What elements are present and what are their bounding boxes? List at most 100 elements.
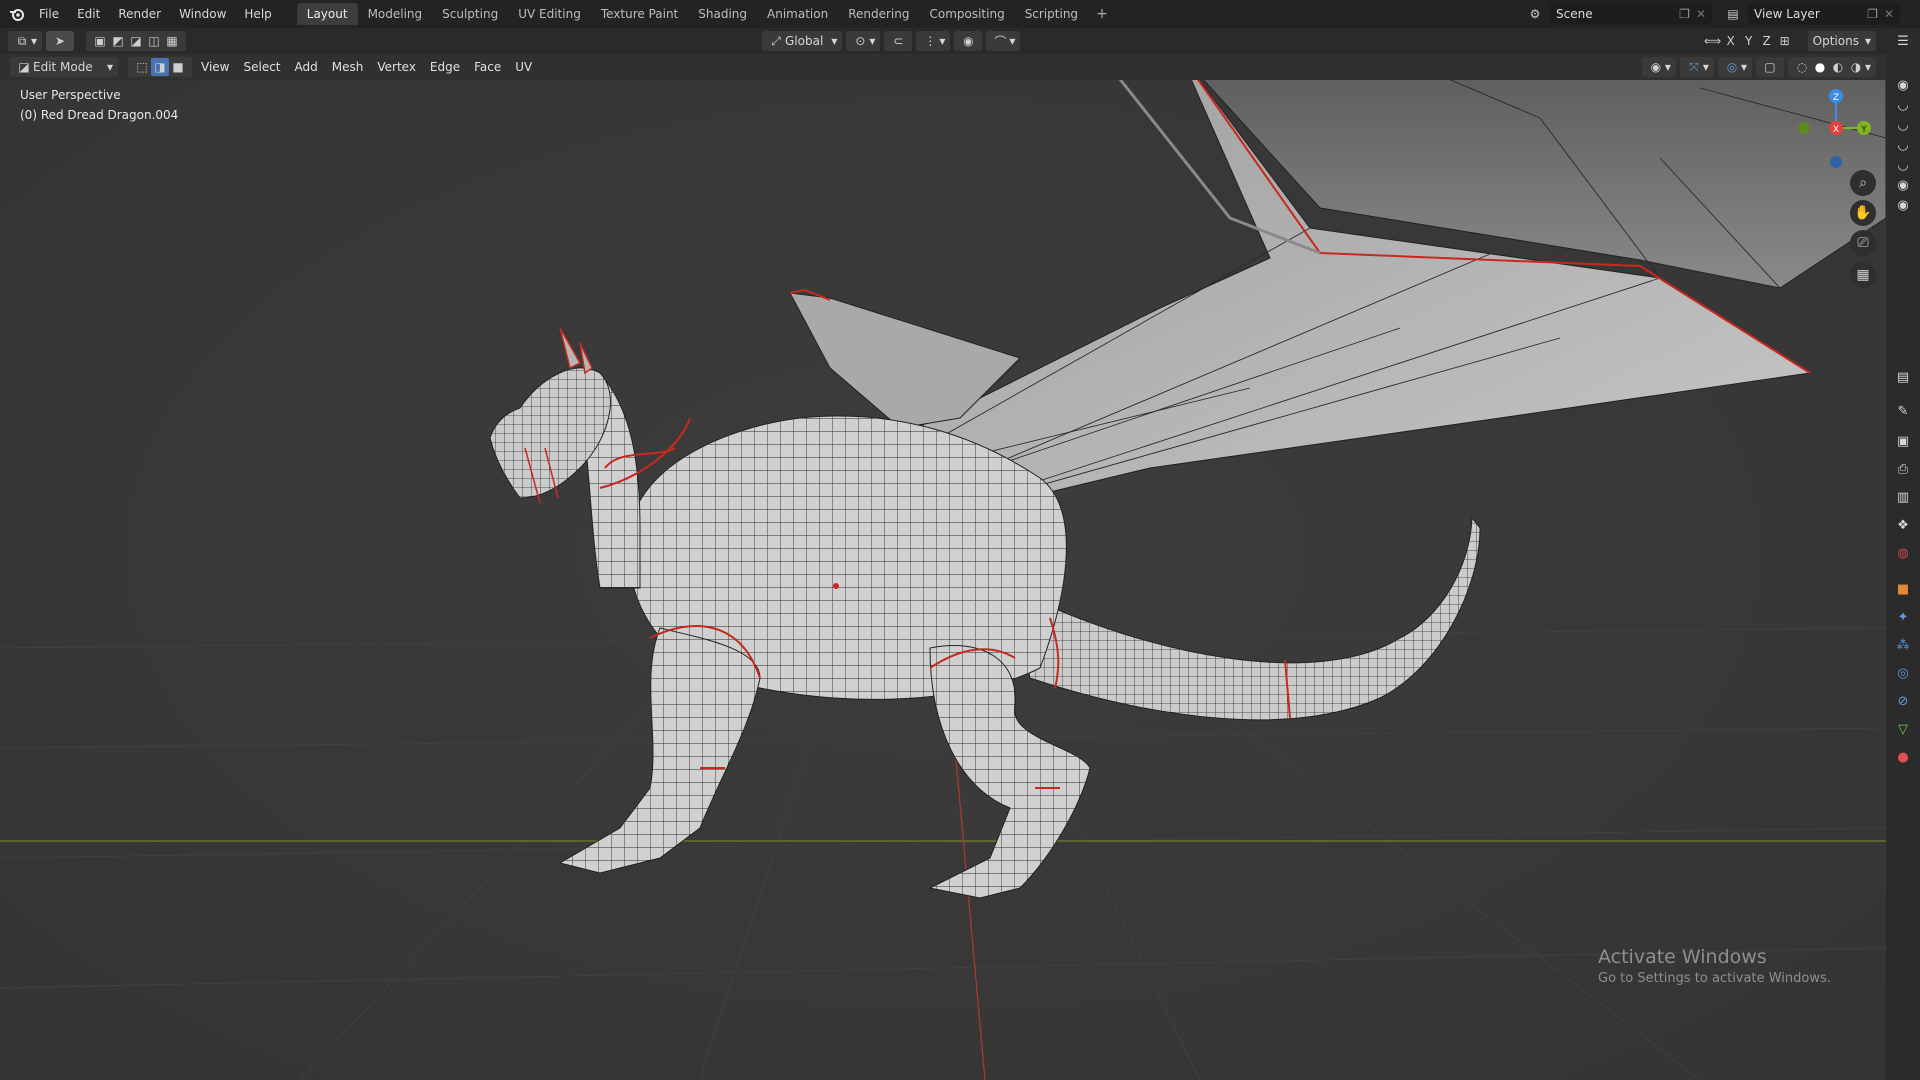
face-select-icon[interactable]: ■ [169, 58, 187, 76]
select-new-icon[interactable]: ▣ [91, 32, 109, 50]
wireframe-shading-icon[interactable]: ◌ [1793, 58, 1811, 76]
mirror-icon[interactable]: ⟺ [1704, 32, 1722, 50]
view-layer-properties-icon[interactable]: ▥ [1894, 488, 1912, 506]
menu-select[interactable]: Select [236, 60, 287, 74]
mode-dropdown[interactable]: ◪ Edit Mode ▾ [10, 57, 118, 77]
menu-edge[interactable]: Edge [423, 60, 467, 74]
topology-mirror-icon[interactable]: ⊞ [1776, 32, 1794, 50]
proportional-edit-toggle[interactable]: ◉ [954, 31, 983, 51]
select-extend-icon[interactable]: ◩ [109, 32, 127, 50]
tab-scripting[interactable]: Scripting [1015, 3, 1088, 25]
render-properties-icon[interactable]: ▣ [1894, 432, 1912, 450]
view-layer-copy-icon[interactable]: ❐ [1867, 7, 1878, 21]
world-properties-icon[interactable]: ◍ [1894, 544, 1912, 562]
tab-uv-editing[interactable]: UV Editing [508, 3, 591, 25]
falloff-dropdown[interactable]: ⌒ ▾ [986, 31, 1021, 51]
blender-logo-icon[interactable] [4, 0, 30, 28]
menu-file[interactable]: File [30, 7, 68, 21]
eye-closed-icon[interactable]: ◡ [1894, 96, 1912, 114]
tab-compositing[interactable]: Compositing [919, 3, 1014, 25]
eye-closed-icon[interactable]: ◡ [1894, 156, 1912, 174]
eye-icon[interactable]: ◉ [1894, 76, 1912, 94]
pan-hand-icon[interactable]: ✋ [1850, 200, 1876, 226]
gizmo-neg-y-axis[interactable] [1798, 122, 1810, 134]
eye-icon[interactable]: ◉ [1894, 176, 1912, 194]
camera-view-icon[interactable]: ⎚ [1850, 230, 1876, 256]
material-properties-icon[interactable]: ● [1894, 748, 1912, 766]
tab-rendering[interactable]: Rendering [838, 3, 919, 25]
tab-shading[interactable]: Shading [688, 3, 757, 25]
cursor-icon: ➤ [55, 34, 66, 48]
properties-editor-icon[interactable]: ▤ [1894, 368, 1912, 386]
modifier-properties-icon[interactable]: ✦ [1894, 608, 1912, 626]
constraint-properties-icon[interactable]: ⊘ [1894, 692, 1912, 710]
tab-sculpting[interactable]: Sculpting [432, 3, 508, 25]
options-dropdown[interactable]: Options ▾ [1807, 31, 1876, 51]
view-layer-icon[interactable]: ▤ [1724, 5, 1742, 23]
navigation-gizmo[interactable]: Z X Y [1790, 84, 1880, 174]
select-invert-icon[interactable]: ◫ [145, 32, 163, 50]
gizmo-toggle[interactable]: ⤧ ▾ [1679, 57, 1714, 77]
tab-texture-paint[interactable]: Texture Paint [591, 3, 688, 25]
xray-toggle[interactable]: ▢ [1755, 57, 1784, 77]
tab-modeling[interactable]: Modeling [358, 3, 433, 25]
selection-mode-group[interactable]: ▣ ◩ ◪ ◫ ▦ [86, 31, 187, 51]
view-layer-selector[interactable]: View Layer ❐ ✕ [1748, 3, 1900, 25]
tab-layout[interactable]: Layout [296, 3, 358, 25]
rendered-shading-icon[interactable]: ◑ [1847, 58, 1865, 76]
snap-target-dropdown[interactable]: ⋮ ▾ [916, 31, 951, 51]
menu-face[interactable]: Face [467, 60, 508, 74]
menu-add[interactable]: Add [288, 60, 325, 74]
view-layer-close-icon[interactable]: ✕ [1884, 7, 1894, 21]
tab-animation[interactable]: Animation [757, 3, 838, 25]
transform-orientation-dropdown[interactable]: ⤢ Global ▾ [762, 31, 843, 51]
orthographic-toggle-icon[interactable]: ▦ [1850, 262, 1876, 288]
scene-icon[interactable]: ⚙ [1526, 5, 1544, 23]
overlays-icon: ◎ [1726, 60, 1738, 74]
output-properties-icon[interactable]: ⎙ [1894, 460, 1912, 478]
menu-mesh[interactable]: Mesh [325, 60, 371, 74]
snap-toggle[interactable]: ⊂ [884, 31, 913, 51]
gizmo-neg-z-axis[interactable] [1830, 156, 1842, 168]
mirror-x-toggle[interactable]: X [1722, 32, 1740, 50]
solid-shading-icon[interactable]: ● [1811, 58, 1829, 76]
particles-properties-icon[interactable]: ⁂ [1894, 636, 1912, 654]
pivot-point-dropdown[interactable]: ⊙ ▾ [846, 31, 881, 51]
zoom-icon[interactable]: ⌕ [1850, 170, 1876, 196]
tool-properties-icon[interactable]: ✎ [1894, 402, 1912, 420]
shading-mode-group[interactable]: ◌ ● ◐ ◑ ▾ [1787, 57, 1876, 77]
physics-properties-icon[interactable]: ◎ [1894, 664, 1912, 682]
outliner-icon[interactable]: ☰ [1894, 32, 1912, 50]
select-intersect-icon[interactable]: ▦ [163, 32, 181, 50]
menu-edit[interactable]: Edit [68, 7, 109, 21]
material-shading-icon[interactable]: ◐ [1829, 58, 1847, 76]
eye-closed-icon[interactable]: ◡ [1894, 136, 1912, 154]
edge-select-icon[interactable]: ◨ [151, 58, 169, 76]
vertex-select-icon[interactable]: ⬚ [133, 58, 151, 76]
scene-selector[interactable]: Scene ❐ ✕ [1550, 3, 1712, 25]
menu-vertex[interactable]: Vertex [370, 60, 423, 74]
object-properties-icon[interactable]: ■ [1894, 580, 1912, 598]
menu-help[interactable]: Help [235, 7, 280, 21]
menu-view[interactable]: View [194, 60, 236, 74]
menu-window[interactable]: Window [170, 7, 235, 21]
scene-copy-icon[interactable]: ❐ [1679, 7, 1690, 21]
select-tool-button[interactable]: ➤ [46, 31, 75, 51]
editor-type-button[interactable]: ⧉ ▾ [8, 31, 43, 51]
select-mode-group[interactable]: ⬚ ◨ ■ [128, 57, 192, 77]
add-workspace-button[interactable]: + [1088, 6, 1116, 22]
scene-close-icon[interactable]: ✕ [1696, 7, 1706, 21]
menu-render[interactable]: Render [109, 7, 170, 21]
mirror-y-toggle[interactable]: Y [1740, 32, 1758, 50]
mesh-data-properties-icon[interactable]: ▽ [1894, 720, 1912, 738]
viewport-menu-bar: ◪ Edit Mode ▾ ⬚ ◨ ■ View Select Add Mesh… [0, 54, 1886, 80]
eye-closed-icon[interactable]: ◡ [1894, 116, 1912, 134]
object-visibility-dropdown[interactable]: ◉ ▾ [1641, 57, 1676, 77]
mirror-z-toggle[interactable]: Z [1758, 32, 1776, 50]
select-subtract-icon[interactable]: ◪ [127, 32, 145, 50]
scene-properties-icon[interactable]: ❖ [1894, 516, 1912, 534]
viewport-canvas[interactable] [0, 28, 1886, 1080]
menu-uv[interactable]: UV [508, 60, 539, 74]
overlays-toggle[interactable]: ◎ ▾ [1717, 57, 1752, 77]
eye-icon[interactable]: ◉ [1894, 196, 1912, 214]
